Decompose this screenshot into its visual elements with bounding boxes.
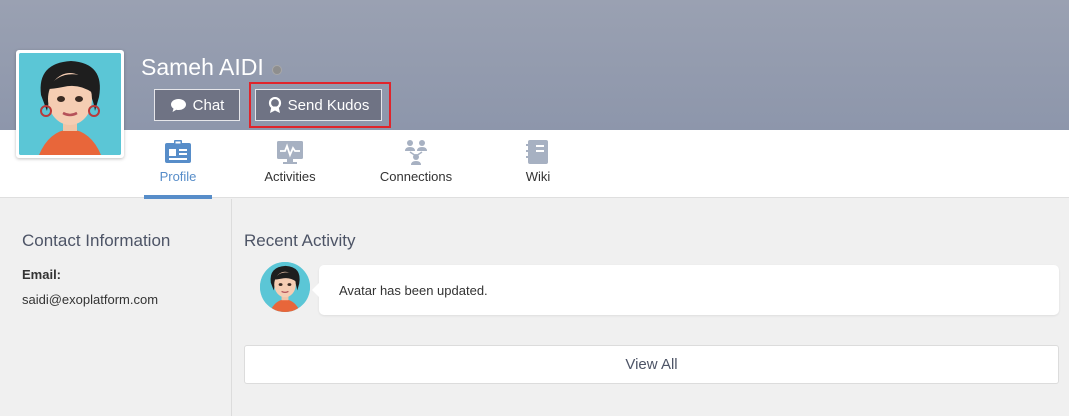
activity-avatar[interactable]: [260, 262, 310, 312]
chat-button-label: Chat: [192, 96, 225, 114]
connections-icon: [402, 139, 430, 165]
status-offline-icon: [271, 64, 282, 75]
profile-name-row: Sameh AIDI: [141, 54, 282, 81]
tab-connections[interactable]: Connections: [376, 130, 456, 198]
activities-monitor-icon: [276, 139, 304, 165]
profile-card-icon: [164, 139, 192, 165]
tab-label: Activities: [264, 169, 316, 184]
chat-bubble-icon: [170, 98, 187, 113]
activity-card[interactable]: Avatar has been updated.: [312, 265, 1059, 315]
profile-name: Sameh AIDI: [141, 54, 264, 80]
avatar-illustration: [19, 53, 121, 155]
tab-label: Profile: [159, 169, 197, 184]
highlight-box: [249, 82, 391, 128]
wiki-notebook-icon: [526, 139, 550, 165]
view-all-button[interactable]: View All: [244, 345, 1059, 384]
email-label: Email:: [22, 267, 62, 282]
tab-profile[interactable]: Profile: [144, 130, 212, 199]
tab-activities[interactable]: Activities: [256, 130, 324, 198]
contact-section-title: Contact Information: [22, 231, 171, 250]
email-value[interactable]: saidi@exoplatform.com: [22, 292, 158, 307]
activity-text: Avatar has been updated.: [339, 282, 488, 298]
profile-avatar[interactable]: [16, 50, 124, 158]
tab-label: Connections: [379, 169, 453, 184]
profile-tabbar: Profile Activities Connections Wiki: [0, 130, 1069, 199]
avatar-illustration: [260, 262, 310, 312]
tab-wiki[interactable]: Wiki: [512, 130, 564, 198]
recent-activity-title: Recent Activity: [244, 231, 356, 250]
view-all-label: View All: [625, 356, 678, 373]
tab-label: Wiki: [525, 169, 551, 184]
chat-button[interactable]: Chat: [154, 89, 240, 121]
